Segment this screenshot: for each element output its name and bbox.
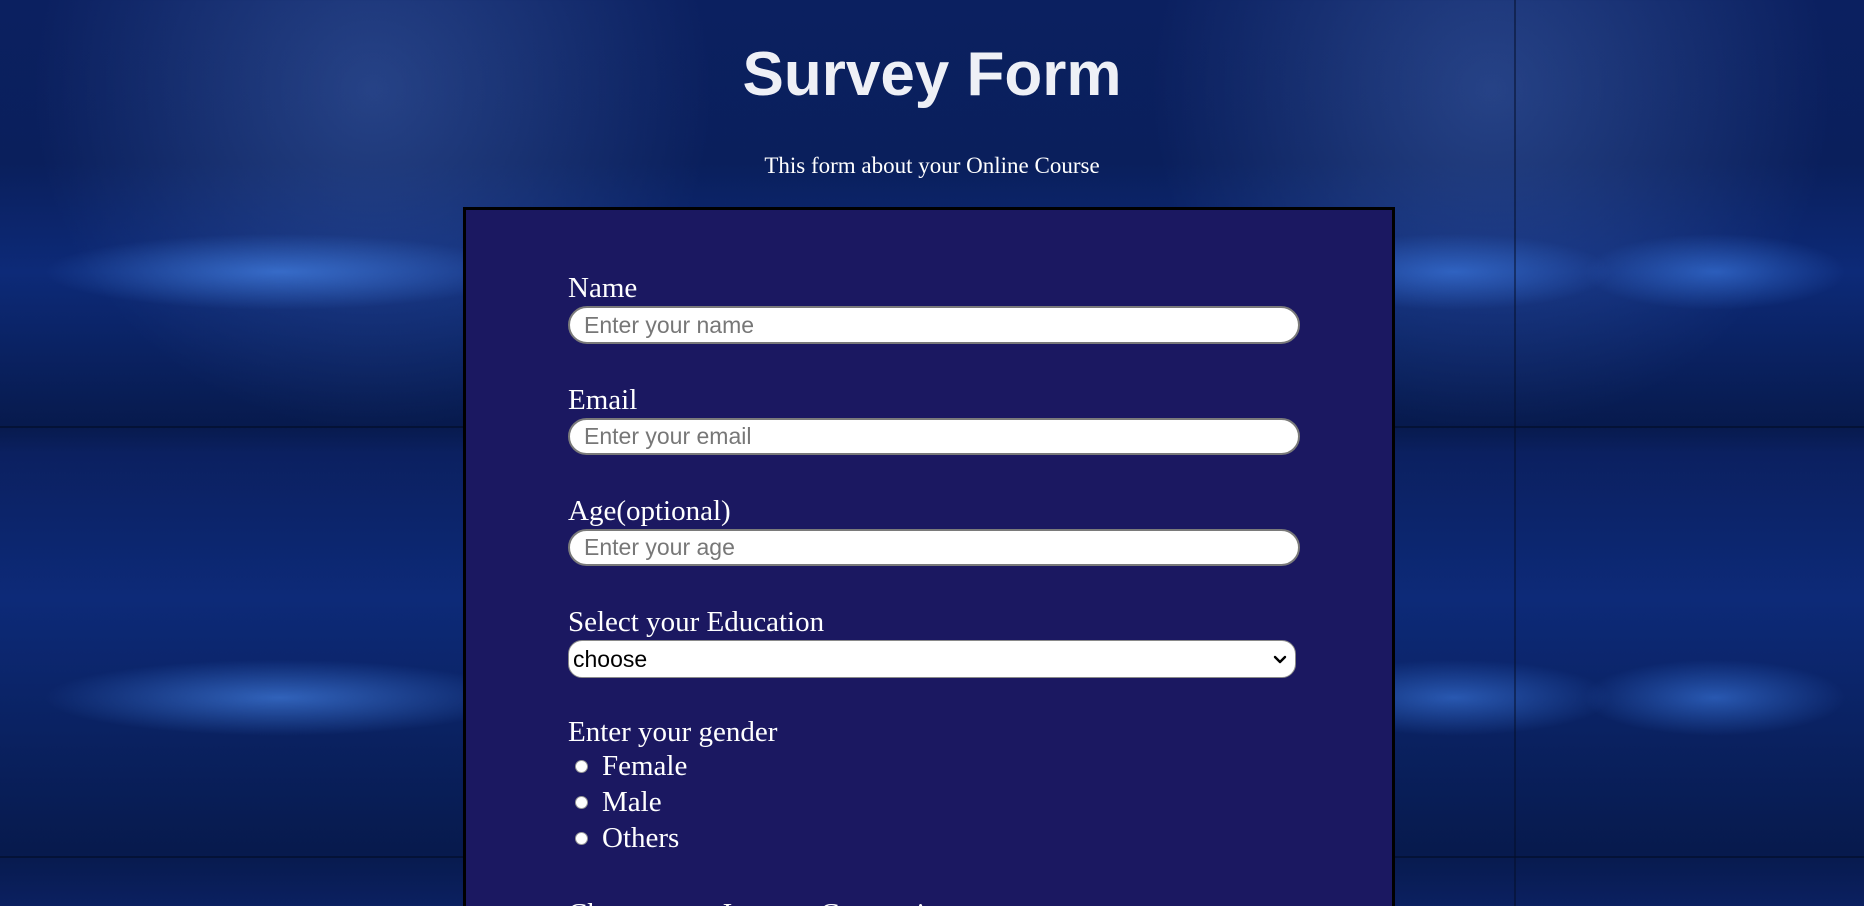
male-radio[interactable]	[575, 795, 588, 809]
gender-option-female[interactable]: Female	[568, 748, 1300, 784]
others-radio[interactable]	[575, 831, 588, 845]
gender-option-others[interactable]: Others	[568, 820, 1300, 856]
gender-label: Enter your gender	[568, 716, 778, 748]
page-description: This form about your Online Course	[764, 153, 1100, 178]
gender-field-group: Enter your gender Female Male Others	[568, 716, 1300, 856]
age-field-group: Age(optional)	[568, 495, 1300, 566]
name-label: Name	[568, 272, 638, 304]
male-radio-label: Male	[602, 786, 662, 818]
background-tile-seam	[1514, 0, 1516, 906]
gender-option-male[interactable]: Male	[568, 784, 1300, 820]
chevron-down-icon	[1273, 655, 1287, 664]
name-field-group: Name	[568, 272, 1300, 344]
others-radio-label: Others	[602, 822, 680, 854]
name-input[interactable]	[568, 306, 1300, 344]
female-radio-label: Female	[602, 750, 688, 782]
survey-form: Name Email Age(optional) Select your Edu…	[463, 207, 1395, 906]
education-label: Select your Education	[568, 606, 825, 638]
page-title: Survey Form	[742, 40, 1122, 109]
age-label: Age(optional)	[568, 495, 731, 527]
female-radio[interactable]	[575, 759, 588, 773]
email-field-group: Email	[568, 384, 1300, 455]
age-input[interactable]	[568, 529, 1300, 566]
email-label: Email	[568, 384, 638, 416]
email-input[interactable]	[568, 418, 1300, 455]
education-field-group: Select your Education choose	[568, 606, 1300, 678]
education-select-value: choose	[573, 646, 648, 672]
internet-connection-label: Choose your Internet Connection	[568, 898, 954, 906]
education-select[interactable]: choose	[568, 640, 1296, 678]
